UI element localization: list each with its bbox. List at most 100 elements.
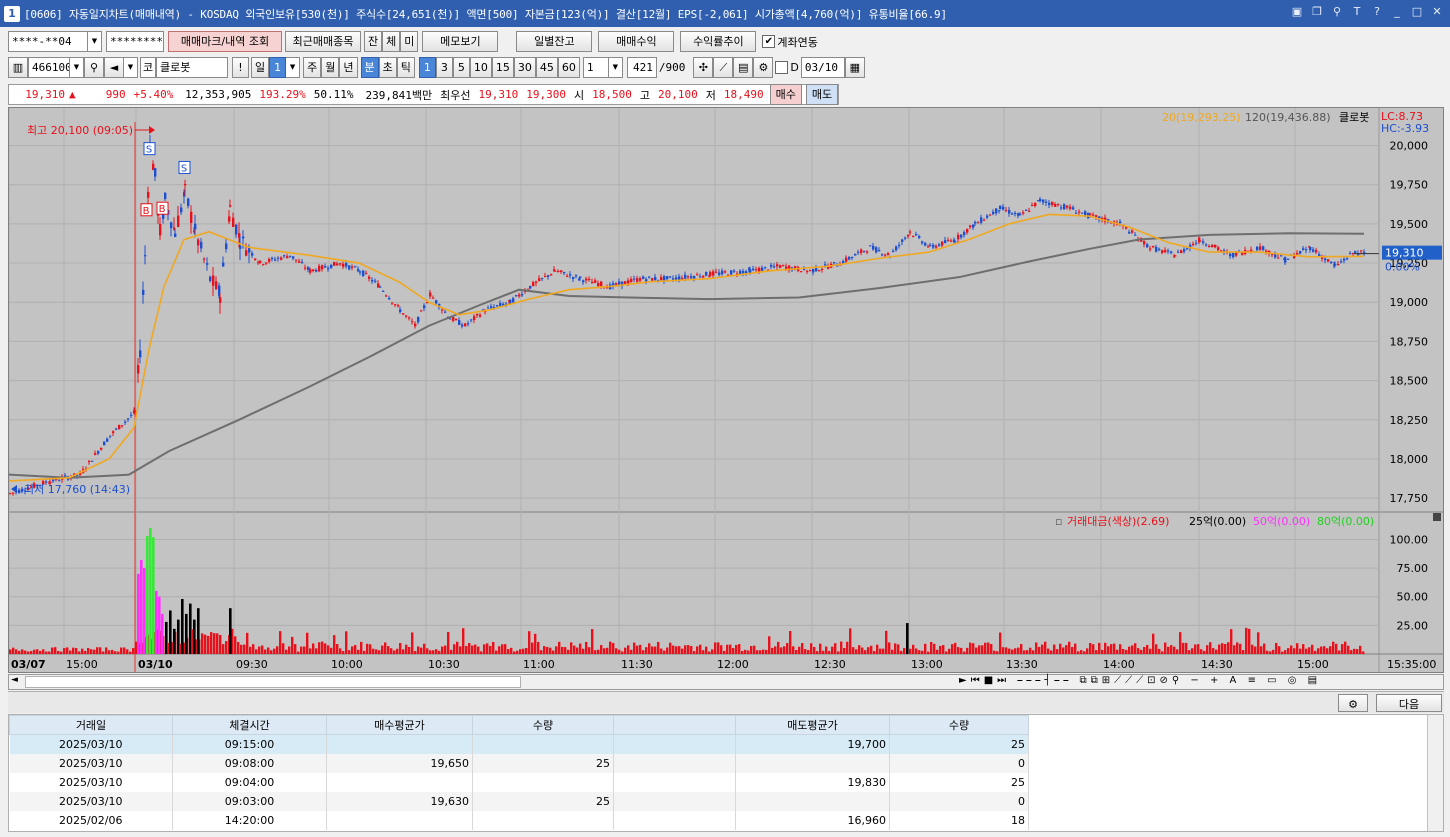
- password-input[interactable]: ********: [106, 31, 164, 52]
- monthly-button[interactable]: 월: [321, 57, 340, 78]
- interval-dropdown[interactable]: ▼: [608, 57, 623, 78]
- period-count-button[interactable]: 1: [269, 57, 287, 78]
- account-dropdown[interactable]: ▼: [88, 31, 102, 52]
- trade-marker-label: S: [181, 163, 187, 174]
- col-blank[interactable]: [613, 715, 736, 735]
- volume-bar: [387, 646, 390, 654]
- buy-button[interactable]: 매수: [769, 84, 802, 105]
- date-checkbox[interactable]: D: [775, 61, 799, 74]
- chart-area[interactable]: 20,000 19,750 19,500 19,250 19,000 18,750 18,5…: [8, 107, 1444, 673]
- save-icon[interactable]: ▤: [733, 57, 754, 78]
- candle-body: [645, 279, 648, 282]
- info-button[interactable]: !: [232, 57, 249, 78]
- second-button[interactable]: 초: [378, 57, 397, 78]
- volume-bar: [1224, 643, 1227, 654]
- table-row[interactable]: 2025/03/10 09:08:00 19,650 25 0: [9, 753, 1029, 773]
- minute-button[interactable]: 분: [360, 57, 379, 78]
- candle-body: [901, 239, 904, 242]
- yearly-button[interactable]: 년: [339, 57, 358, 78]
- volume-bar: [903, 648, 906, 654]
- volume-bar: [768, 636, 771, 654]
- volume-bar: [197, 608, 200, 654]
- restore-layout-icon[interactable]: ❐: [1310, 5, 1324, 19]
- trade-profit-button[interactable]: 매매수익: [598, 31, 675, 52]
- volume-bar: [693, 651, 696, 654]
- col-buy-avg[interactable]: 매수평균가: [326, 715, 473, 735]
- period-45-button[interactable]: 45: [535, 57, 558, 78]
- price-chart-svg[interactable]: 20,00019,75019,50019,25019,00018,75018,5…: [9, 108, 1443, 672]
- chart-nav-icons[interactable]: ►⏮■⏭ ⎯⎯⎯┤⎯⎯ ⧉⧉⊞⟋⟋⟋⊡⊘⚲ − + A ≡ ▭ ◎ ▤: [959, 675, 1321, 686]
- col-sell-qty[interactable]: 수량: [889, 715, 1029, 735]
- period-3-button[interactable]: 3: [435, 57, 453, 78]
- col-trade-date[interactable]: 거래일: [9, 715, 173, 735]
- executed-button[interactable]: 체: [382, 31, 401, 52]
- volume-bar: [1062, 647, 1065, 654]
- stock-code-input[interactable]: 466100: [28, 57, 70, 78]
- candle-body: [209, 276, 212, 281]
- maximize-icon[interactable]: □: [1410, 5, 1424, 19]
- layout-icon[interactable]: ▣: [1290, 5, 1304, 19]
- period-count-dropdown[interactable]: ▼: [286, 57, 301, 78]
- trade-history-grid[interactable]: 거래일 체결시간 매수평균가 수량 매도평균가 수량 2025/03/10 09…: [8, 714, 1444, 832]
- period-10-button[interactable]: 10: [469, 57, 492, 78]
- draw-tool-icon[interactable]: ⟋: [713, 57, 734, 78]
- tick-button[interactable]: 틱: [396, 57, 415, 78]
- settings-gear-icon[interactable]: ⚙: [753, 57, 774, 78]
- speaker-icon[interactable]: ◄: [104, 57, 124, 78]
- balance-button[interactable]: 잔: [364, 31, 383, 52]
- candle-body: [566, 275, 569, 277]
- candle-body: [594, 280, 597, 283]
- grid-settings-gear-icon[interactable]: ⚙: [1338, 694, 1368, 712]
- volume-bar: [735, 644, 738, 654]
- return-trend-button[interactable]: 수익률추이: [680, 31, 757, 52]
- recent-stocks-button[interactable]: 최근매매종목: [285, 31, 361, 52]
- period-60-button[interactable]: 60: [557, 57, 580, 78]
- table-row[interactable]: 2025/03/10 09:04:00 19,830 25: [9, 772, 1029, 792]
- volume-bar: [161, 613, 164, 654]
- period-5-button[interactable]: 5: [452, 57, 470, 78]
- search-icon[interactable]: ⚲: [84, 57, 104, 78]
- table-row[interactable]: 2025/03/10 09:03:00 19,630 25 0: [9, 791, 1029, 811]
- minimize-icon[interactable]: _: [1390, 5, 1404, 19]
- account-link-checkbox[interactable]: ✔ 계좌연동: [762, 34, 818, 50]
- chart-type-icon[interactable]: ▥: [8, 57, 28, 78]
- volume-bar: [114, 651, 117, 654]
- period-1-button[interactable]: 1: [418, 57, 436, 78]
- pin-icon[interactable]: ⚲: [1330, 5, 1344, 19]
- candle-body: [399, 309, 402, 313]
- pending-button[interactable]: 미: [400, 31, 419, 52]
- col-exec-time[interactable]: 체결시간: [172, 715, 327, 735]
- chart-scrollbar[interactable]: ◄ ►⏮■⏭ ⎯⎯⎯┤⎯⎯ ⧉⧉⊞⟋⟋⟋⊡⊘⚲ − + A ≡ ▭ ◎ ▤: [8, 674, 1444, 690]
- stock-code-dropdown[interactable]: ▼: [70, 57, 84, 78]
- date-input[interactable]: 03/10: [800, 57, 845, 78]
- crosshair-icon[interactable]: ✣: [693, 57, 714, 78]
- scroll-thumb[interactable]: [25, 676, 521, 688]
- table-row[interactable]: 2025/03/10 09:15:00 19,700 25: [9, 734, 1029, 754]
- sell-button[interactable]: 매도: [805, 84, 839, 105]
- period-15-button[interactable]: 15: [491, 57, 514, 78]
- daily-period-button[interactable]: 일: [251, 57, 270, 78]
- help-icon[interactable]: ?: [1370, 5, 1384, 19]
- weekly-button[interactable]: 주: [303, 57, 322, 78]
- volume-bar: [1272, 649, 1275, 654]
- scroll-left-icon[interactable]: ◄: [11, 675, 18, 685]
- daily-balance-button[interactable]: 일별잔고: [516, 31, 593, 52]
- next-button[interactable]: 다음: [1376, 694, 1442, 712]
- col-sell-avg[interactable]: 매도평균가: [735, 715, 890, 735]
- col-buy-qty[interactable]: 수량: [472, 715, 614, 735]
- close-icon[interactable]: ✕: [1430, 5, 1444, 19]
- period-30-button[interactable]: 30: [513, 57, 536, 78]
- speaker-dropdown[interactable]: ▼: [124, 57, 138, 78]
- account-input[interactable]: ****-**04: [8, 31, 88, 52]
- trade-mark-button[interactable]: 매매마크/내역 조회: [168, 31, 282, 52]
- window-number-badge[interactable]: 1: [4, 5, 20, 22]
- bar-count-input[interactable]: 421: [626, 57, 657, 78]
- interval-input[interactable]: 1: [582, 57, 609, 78]
- table-row[interactable]: 2025/02/06 14:20:00 16,960 18: [9, 810, 1029, 830]
- stock-name-field[interactable]: 클로봇: [156, 57, 228, 78]
- grid-vertical-scrollbar[interactable]: [1427, 715, 1443, 831]
- memo-button[interactable]: 메모보기: [422, 31, 499, 52]
- calendar-icon[interactable]: ▦: [844, 57, 865, 78]
- text-icon[interactable]: T: [1350, 5, 1364, 19]
- volume-bar: [327, 645, 330, 654]
